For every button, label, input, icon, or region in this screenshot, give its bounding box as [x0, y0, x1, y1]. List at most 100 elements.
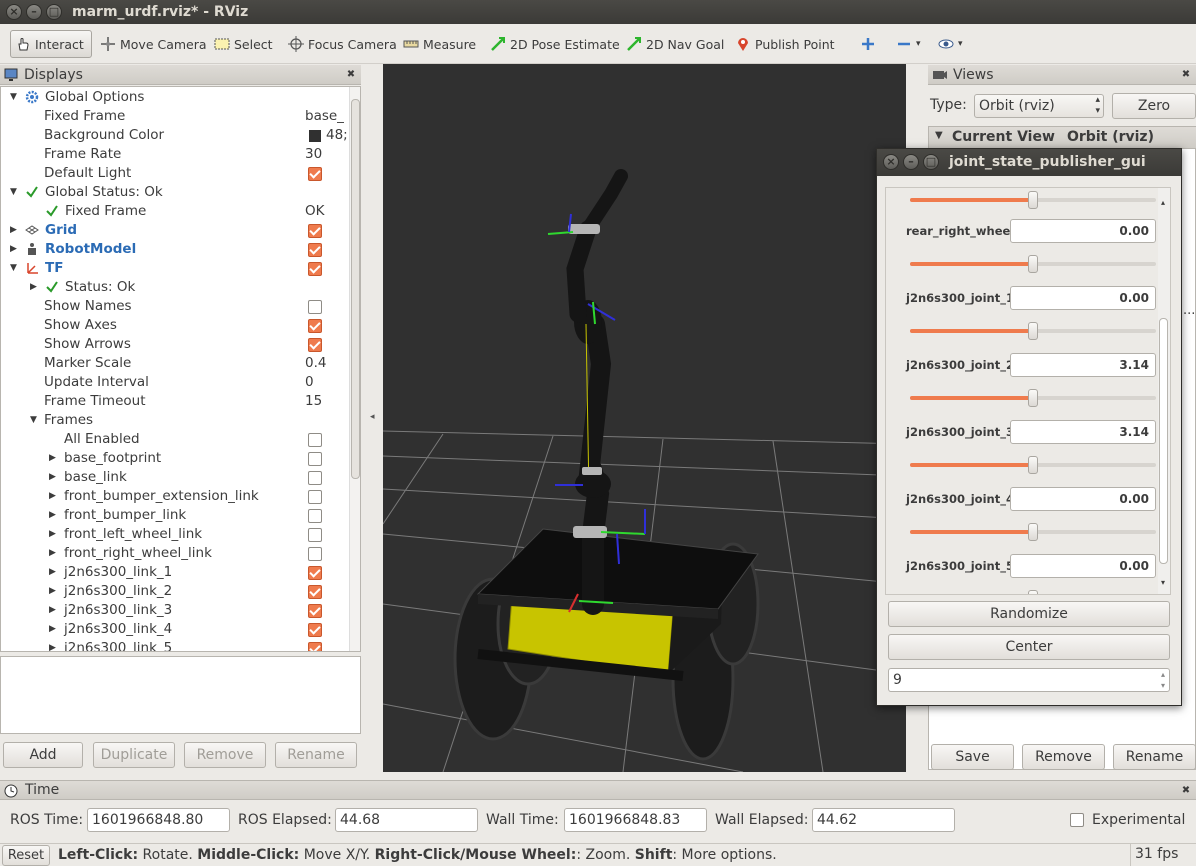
close-panel-icon[interactable]: ✖: [1180, 69, 1192, 81]
minimize-dialog-icon[interactable]: –: [903, 154, 919, 170]
joint-slider[interactable]: [910, 456, 1156, 474]
joint-value-field[interactable]: 0.00: [1010, 487, 1156, 511]
display-tree-row[interactable]: ▶ front_left_wheel_link: [1, 525, 347, 544]
display-tree-row[interactable]: Default Light: [1, 164, 347, 183]
collapse-arrow-icon[interactable]: ▶: [49, 639, 56, 651]
display-tree-row[interactable]: Show Axes: [1, 316, 347, 335]
view-type-select[interactable]: Orbit (rviz) ▴ ▾: [974, 94, 1104, 118]
close-dialog-icon[interactable]: ×: [883, 154, 899, 170]
row-checkbox[interactable]: [308, 319, 322, 333]
display-tree-row[interactable]: Background Color 48;: [1, 126, 348, 145]
joint-slider[interactable]: [910, 255, 1156, 273]
joints-scrollbar[interactable]: ▴ ▾: [1158, 188, 1170, 594]
display-tree-row[interactable]: ▶ base_footprint: [1, 449, 347, 468]
move-camera-tool-button[interactable]: Move Camera: [96, 30, 211, 58]
row-checkbox[interactable]: [308, 585, 322, 599]
add-tool-button[interactable]: [856, 30, 884, 58]
row-checkbox[interactable]: [308, 167, 322, 181]
display-tree-row[interactable]: ▼ Global Status: Ok: [1, 183, 347, 202]
zero-view-button[interactable]: Zero: [1112, 93, 1196, 119]
display-tree-row[interactable]: ▶ j2n6s300_link_3: [1, 601, 347, 620]
joint-value-field[interactable]: 0.00: [1010, 219, 1156, 243]
row-checkbox[interactable]: [308, 471, 322, 485]
display-tree-row[interactable]: ▶ RobotModel: [1, 240, 347, 259]
panels-visibility-button[interactable]: ▾: [934, 30, 967, 58]
row-checkbox[interactable]: [308, 528, 322, 542]
joint-slider[interactable]: [910, 523, 1156, 541]
spin-arrows-icon[interactable]: ▴ ▾: [1161, 669, 1165, 691]
display-tree-row[interactable]: ▶ front_bumper_link: [1, 506, 347, 525]
maximize-dialog-icon[interactable]: □: [923, 154, 939, 170]
display-tree-row[interactable]: Show Names: [1, 297, 347, 316]
display-tree-row[interactable]: ▶ j2n6s300_link_4: [1, 620, 347, 639]
interact-tool-button[interactable]: Interact: [10, 30, 92, 58]
expand-arrow-icon[interactable]: ▼: [10, 88, 17, 107]
collapse-arrow-icon[interactable]: ▶: [10, 240, 17, 259]
row-value[interactable]: 0.4: [305, 354, 326, 373]
row-checkbox[interactable]: [308, 547, 322, 561]
display-tree-row[interactable]: Update Interval 0: [1, 373, 347, 392]
slider-knob[interactable]: [1028, 456, 1038, 474]
collapse-arrow-icon[interactable]: ▶: [49, 582, 56, 601]
randomize-button[interactable]: Randomize: [888, 601, 1170, 627]
rename-display-button[interactable]: Rename: [275, 742, 357, 768]
row-checkbox[interactable]: [308, 566, 322, 580]
row-checkbox[interactable]: [308, 623, 322, 637]
displays-scrollbar[interactable]: [349, 87, 360, 651]
joint-slider[interactable]: [910, 389, 1156, 407]
collapse-arrow-icon[interactable]: ▶: [10, 221, 17, 240]
collapse-arrow-icon[interactable]: ▶: [49, 620, 56, 639]
display-tree-row[interactable]: ▶ Status: Ok: [1, 278, 347, 297]
slider-knob[interactable]: [1028, 389, 1038, 407]
remove-display-button[interactable]: Remove: [184, 742, 266, 768]
center-button[interactable]: Center: [888, 634, 1170, 660]
collapse-arrow-icon[interactable]: ▶: [49, 506, 56, 525]
display-tree-row[interactable]: ▶ base_link: [1, 468, 347, 487]
row-value[interactable]: 15: [305, 392, 322, 411]
row-checkbox[interactable]: [308, 243, 322, 257]
row-checkbox[interactable]: [308, 338, 322, 352]
collapse-left-icon[interactable]: ◂: [370, 412, 375, 422]
display-tree-row[interactable]: Frame Rate 30: [1, 145, 347, 164]
display-tree-row[interactable]: Show Arrows: [1, 335, 347, 354]
display-tree-row[interactable]: ▼ Frames: [1, 411, 347, 430]
current-view-row[interactable]: ▼ Current View Orbit (rviz): [929, 127, 1196, 149]
display-tree-row[interactable]: ▼ Global Options: [1, 88, 347, 107]
slider-knob[interactable]: [1028, 590, 1038, 594]
max-row-spinbox[interactable]: 9 ▴ ▾: [888, 668, 1170, 692]
collapse-arrow-icon[interactable]: ▶: [49, 601, 56, 620]
row-value[interactable]: 48;: [326, 126, 348, 145]
display-tree-row[interactable]: Marker Scale 0.4: [1, 354, 347, 373]
row-checkbox[interactable]: [308, 642, 322, 651]
add-display-button[interactable]: Add: [3, 742, 83, 768]
expand-arrow-icon[interactable]: ▼: [10, 183, 17, 202]
close-panel-icon[interactable]: ✖: [345, 69, 357, 81]
close-window-icon[interactable]: ×: [6, 4, 22, 20]
display-tree-row[interactable]: ▶ j2n6s300_link_2: [1, 582, 347, 601]
collapse-arrow-icon[interactable]: ▶: [49, 525, 56, 544]
collapse-arrow-icon[interactable]: ▶: [30, 278, 37, 297]
joint-value-field[interactable]: 3.14: [1010, 420, 1156, 444]
row-value[interactable]: base_: [305, 107, 344, 126]
scrollbar-thumb[interactable]: [351, 99, 360, 479]
slider-knob[interactable]: [1028, 255, 1038, 273]
display-tree-row[interactable]: All Enabled: [1, 430, 347, 449]
collapse-arrow-icon[interactable]: ▶: [49, 449, 56, 468]
reset-button[interactable]: Reset: [2, 845, 50, 866]
row-checkbox[interactable]: [308, 224, 322, 238]
ros-elapsed-field[interactable]: 44.68: [335, 808, 478, 832]
slider-knob[interactable]: [1028, 322, 1038, 340]
select-tool-button[interactable]: Select: [210, 30, 277, 58]
2d-nav-goal-tool-button[interactable]: 2D Nav Goal: [622, 30, 728, 58]
expand-arrow-icon[interactable]: ▼: [10, 259, 17, 278]
row-value[interactable]: 0: [305, 373, 314, 392]
joint-value-field[interactable]: 3.14: [1010, 353, 1156, 377]
row-value[interactable]: 30: [305, 145, 322, 164]
save-view-button[interactable]: Save: [931, 744, 1014, 770]
close-panel-icon[interactable]: ✖: [1180, 785, 1192, 797]
duplicate-display-button[interactable]: Duplicate: [93, 742, 175, 768]
expand-arrow-icon[interactable]: ▼: [30, 411, 37, 430]
display-tree-row[interactable]: ▼ TF: [1, 259, 347, 278]
maximize-window-icon[interactable]: □: [46, 4, 62, 20]
wall-time-field[interactable]: 1601966848.83: [564, 808, 707, 832]
